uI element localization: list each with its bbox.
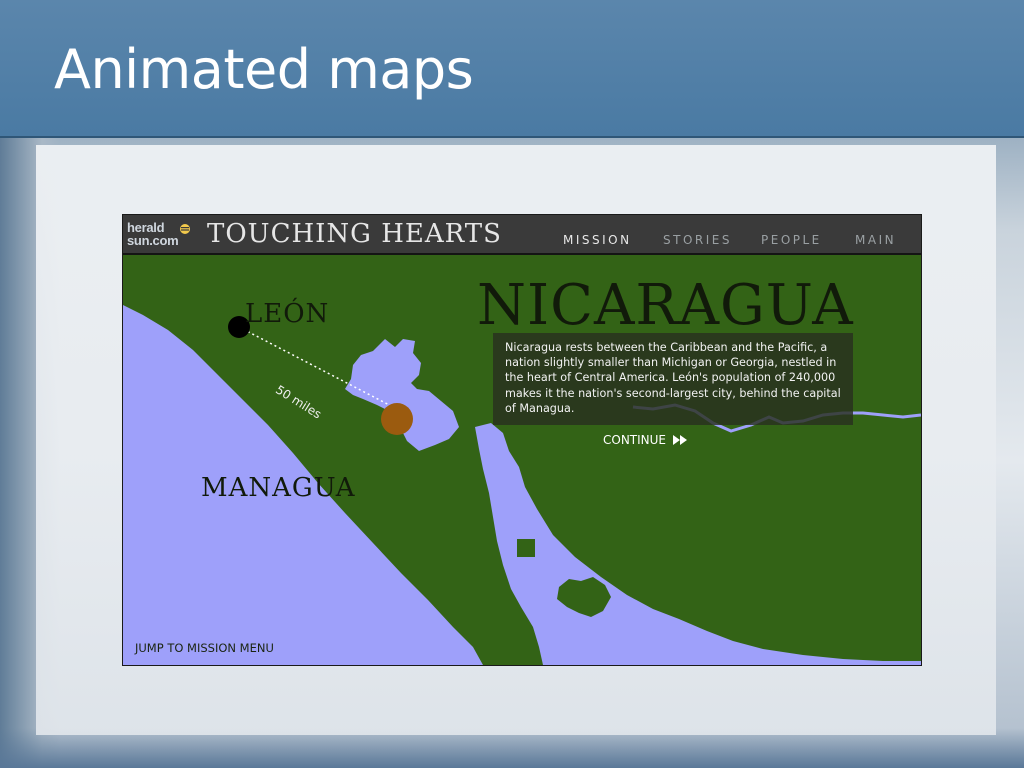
- city-label-managua: MANAGUA: [201, 473, 356, 503]
- embedded-map-app: herald sun.com TOUCHING HEARTS MISSION S…: [122, 214, 922, 666]
- island-small: [517, 539, 535, 557]
- heraldsun-logo[interactable]: herald sun.com: [127, 221, 191, 249]
- info-box: Nicaragua rests between the Caribbean an…: [493, 333, 853, 425]
- nav-mission[interactable]: MISSION: [563, 233, 632, 247]
- nav-stories[interactable]: STORIES: [663, 233, 732, 247]
- nav-people[interactable]: PEOPLE: [761, 233, 822, 247]
- info-text: Nicaragua rests between the Caribbean an…: [505, 341, 841, 415]
- app-header: herald sun.com TOUCHING HEARTS MISSION S…: [123, 215, 921, 255]
- city-label-leon: LEÓN: [245, 299, 330, 329]
- slide-title: Animated maps: [54, 38, 474, 101]
- logo-line2: sun.com: [127, 233, 179, 248]
- managua-dot[interactable]: [381, 403, 413, 435]
- slide-title-bar: Animated maps: [0, 0, 1024, 138]
- nav-main[interactable]: MAIN: [855, 233, 896, 247]
- fast-forward-icon: [673, 435, 688, 445]
- logo-sun-icon: [180, 224, 190, 234]
- jump-to-mission-menu-link[interactable]: JUMP TO MISSION MENU: [135, 641, 274, 655]
- app-title: TOUCHING HEARTS: [207, 219, 502, 249]
- continue-button[interactable]: CONTINUE: [603, 433, 688, 447]
- country-label: NICARAGUA: [477, 273, 854, 338]
- continue-label: CONTINUE: [603, 433, 667, 447]
